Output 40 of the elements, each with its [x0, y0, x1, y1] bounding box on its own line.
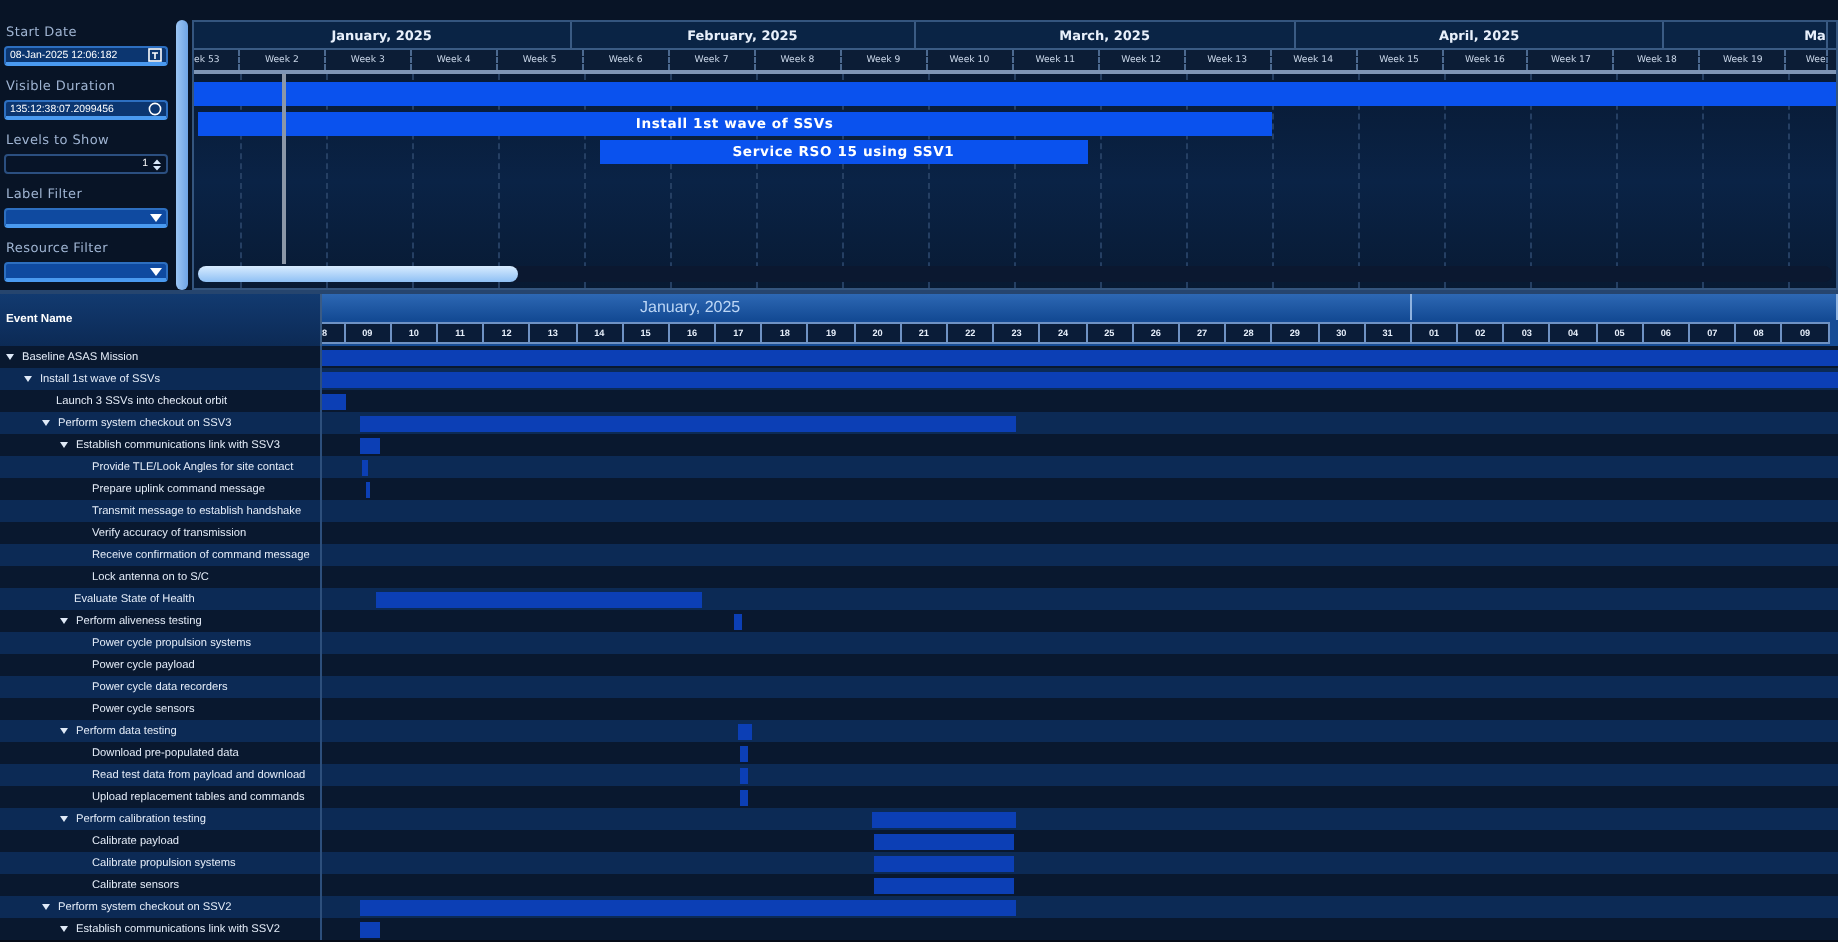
- task-bar[interactable]: [733, 613, 742, 629]
- task-bar[interactable]: [874, 877, 1015, 893]
- task-bar[interactable]: [874, 833, 1015, 849]
- task-bar[interactable]: [739, 745, 748, 761]
- scroll-thumb[interactable]: [198, 266, 518, 282]
- expand-toggle-icon[interactable]: [42, 904, 50, 910]
- caret-icon: [150, 267, 162, 275]
- task-bar[interactable]: [739, 767, 748, 783]
- expand-toggle-icon[interactable]: [60, 728, 68, 734]
- task-bar[interactable]: [360, 415, 1017, 431]
- task-bar[interactable]: [322, 371, 1838, 387]
- expand-toggle-icon[interactable]: [24, 376, 32, 382]
- clock-icon: [148, 102, 162, 116]
- task-bar[interactable]: [874, 855, 1015, 871]
- expand-toggle-icon[interactable]: [60, 442, 68, 448]
- expand-toggle-icon[interactable]: [60, 816, 68, 822]
- expand-toggle-icon[interactable]: [60, 926, 68, 932]
- task-bar[interactable]: [362, 459, 369, 475]
- dropdown[interactable]: [4, 262, 168, 282]
- task-bar[interactable]: [360, 921, 380, 937]
- vertical-scrollbar[interactable]: [176, 20, 188, 290]
- expand-toggle-icon[interactable]: [42, 420, 50, 426]
- month-label: January, 2025: [640, 298, 741, 316]
- spinner-icon: [152, 157, 162, 171]
- expand-toggle-icon[interactable]: [60, 618, 68, 624]
- task-bar[interactable]: [322, 349, 1838, 365]
- calendar-icon: [148, 48, 162, 62]
- task-bar[interactable]: [737, 723, 753, 739]
- scroll-track[interactable]: [198, 266, 1832, 282]
- task-bar[interactable]: [360, 899, 1017, 915]
- expand-toggle-icon[interactable]: [6, 354, 14, 360]
- task-bar[interactable]: [739, 789, 748, 805]
- task-bar[interactable]: [376, 591, 702, 607]
- dropdown[interactable]: [4, 208, 168, 228]
- task-bar[interactable]: [871, 811, 1017, 827]
- caret-icon: [150, 213, 162, 221]
- task-bar[interactable]: [322, 393, 346, 409]
- current-date-line[interactable]: [282, 74, 287, 264]
- task-bar[interactable]: [365, 481, 370, 497]
- task-bar[interactable]: [360, 437, 380, 453]
